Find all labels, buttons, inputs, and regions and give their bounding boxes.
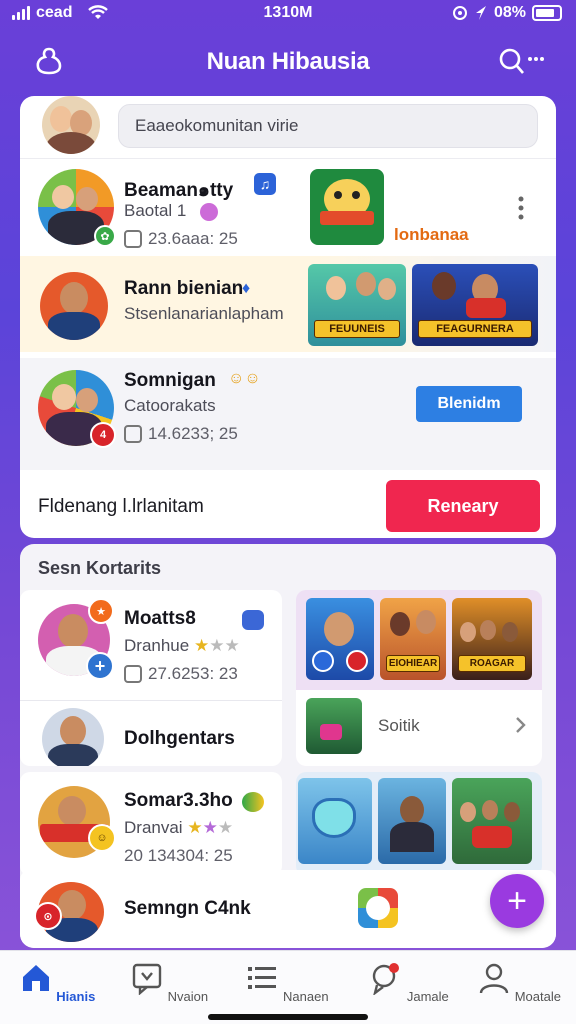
media-thumbnail[interactable] xyxy=(306,598,374,680)
drop-icon: ♦ xyxy=(242,280,251,297)
search-input[interactable]: Eaaeokomunitan virie xyxy=(118,104,538,148)
leaf-badge-icon: ✿ xyxy=(94,225,116,247)
media-grid xyxy=(296,772,542,876)
avatar xyxy=(42,708,104,766)
app-header: Nuan Hibausia xyxy=(0,40,576,84)
bottom-nav: Hianis Nvaion Nanaen Jamale Moatale xyxy=(0,950,576,1024)
chevron-right-icon xyxy=(516,717,526,733)
feed-name: Rann bienian xyxy=(124,278,244,299)
battery-icon xyxy=(532,5,562,21)
media-thumbnail[interactable] xyxy=(452,778,532,864)
navigation-icon xyxy=(475,6,486,20)
media-thumbnail[interactable]: ROAGAR xyxy=(452,598,532,680)
thumbnail-label: FEAGURNERA xyxy=(418,320,532,338)
contact-name: Somar3.3ho xyxy=(124,790,233,811)
list-icon xyxy=(248,967,277,989)
gift-badge-icon: ★ xyxy=(88,598,114,624)
list-link[interactable]: Soitik xyxy=(296,690,542,766)
add-button[interactable]: + xyxy=(490,874,544,928)
balloon-icon xyxy=(242,792,264,812)
thumbnail-label: ROAGAR xyxy=(458,655,526,672)
coin-icon xyxy=(200,203,218,221)
media-thumbnail[interactable]: EIOHIEAR xyxy=(380,598,446,680)
game-thumbnail[interactable] xyxy=(310,169,384,245)
thumbnail-label: EIOHIEAR xyxy=(386,655,440,672)
action-button[interactable]: Blenidm xyxy=(416,386,522,422)
nav-profile[interactable]: Moatale xyxy=(464,961,574,1004)
gamepad-icon xyxy=(242,610,264,630)
location-icon xyxy=(373,963,400,996)
chat-icon xyxy=(132,963,162,996)
media-grid: EIOHIEAR ROAGAR Soitik xyxy=(296,590,542,766)
contact-subtitle: Dranvai ★★★ xyxy=(124,818,234,837)
contact-subtitle: Dranhue ★★★ xyxy=(124,636,240,655)
clock-icon xyxy=(124,425,142,443)
feed-row[interactable]: ✿ Beaman๑tty ♫ Baotal 1 23.6aaa: 25 lonb… xyxy=(20,158,556,254)
contact-name: Moatts8 xyxy=(124,608,196,629)
search-icon[interactable] xyxy=(498,46,546,76)
rating-stars: ★ xyxy=(193,636,210,655)
clock-icon xyxy=(124,230,142,248)
link-text: Soitik xyxy=(378,716,420,735)
contact-meta: 27.6253: 23 xyxy=(124,664,238,684)
contact-name: Dolhgentars xyxy=(124,728,235,749)
notification-badge: 4 xyxy=(90,422,116,448)
home-icon xyxy=(22,965,49,991)
add-contact-button[interactable]: + xyxy=(86,652,114,680)
contact-meta: 20 134304: 25 xyxy=(124,846,233,865)
media-thumbnail[interactable] xyxy=(378,778,446,864)
section-title: Sesn Kortarits xyxy=(38,558,162,578)
feed-card: Eaaeokomunitan virie ✿ Beaman๑tty ♫ Baot… xyxy=(20,96,556,538)
avatar[interactable] xyxy=(42,96,100,154)
contact-name: Semngn C4nk xyxy=(124,898,251,919)
battery-percent: 08% xyxy=(493,4,526,21)
status-bar: cead 1310M 08% xyxy=(0,0,576,28)
emoji-badge-icon: ☺ xyxy=(88,824,116,852)
more-vertical-icon[interactable] xyxy=(514,195,528,221)
feed-meta: 23.6aaa: 25 xyxy=(124,229,238,249)
primary-action-button[interactable]: Reneary xyxy=(386,480,540,532)
location-arrow-icon xyxy=(452,6,467,20)
emoji-icon: ☺☺ xyxy=(228,370,261,387)
feed-subtitle: Baotal 1 xyxy=(124,201,187,220)
media-thumbnail xyxy=(306,698,362,754)
thumbnail-label: FEUUNEIS xyxy=(314,320,400,338)
nav-home[interactable]: Hianis xyxy=(2,961,112,1004)
media-thumbnail[interactable] xyxy=(298,778,372,864)
footer-text: Fldenang l.lrlanitam xyxy=(38,496,204,517)
nav-location[interactable]: Jamale xyxy=(354,961,464,1004)
contact-row[interactable]: ⊙ Semngn C4nk xyxy=(20,870,556,948)
feed-meta: 14.6233; 25 xyxy=(124,424,238,444)
game-app-icon[interactable] xyxy=(358,888,398,928)
game-caption: lonbanaa xyxy=(394,225,469,244)
feed-name: Somnigan xyxy=(124,370,216,391)
page-title: Nuan Hibausia xyxy=(206,48,370,75)
feed-row[interactable]: Rann bienian ♦ Stsenlanarianlapham FEUUN… xyxy=(20,256,556,352)
feed-subtitle: Catoorakats xyxy=(124,396,216,415)
home-indicator xyxy=(208,1014,368,1020)
avatar xyxy=(40,272,108,340)
game-thumbnail[interactable]: FEUUNEIS xyxy=(308,264,406,346)
person-icon xyxy=(479,963,509,994)
nav-list[interactable]: Nanaen xyxy=(232,961,342,1004)
feed-subtitle: Stsenlanarianlapham xyxy=(124,304,284,323)
music-note-icon: ♫ xyxy=(254,173,276,195)
contacts-card: Sesn Kortarits ★ + Moatts8 Dranhue ★★★ 2… xyxy=(20,544,556,948)
nav-chat[interactable]: Nvaion xyxy=(114,961,224,1004)
game-thumbnail[interactable]: FEAGURNERA xyxy=(412,264,538,346)
notification-badge: ⊙ xyxy=(34,902,62,930)
contact-card[interactable]: ☺ Somar3.3ho Dranvai ★★★ 20 134304: 25 xyxy=(20,772,282,876)
rating-stars: ★ xyxy=(187,818,203,837)
contact-card[interactable]: ★ + Moatts8 Dranhue ★★★ 27.6253: 23 Dolh… xyxy=(20,590,282,766)
clock-icon xyxy=(124,665,142,683)
